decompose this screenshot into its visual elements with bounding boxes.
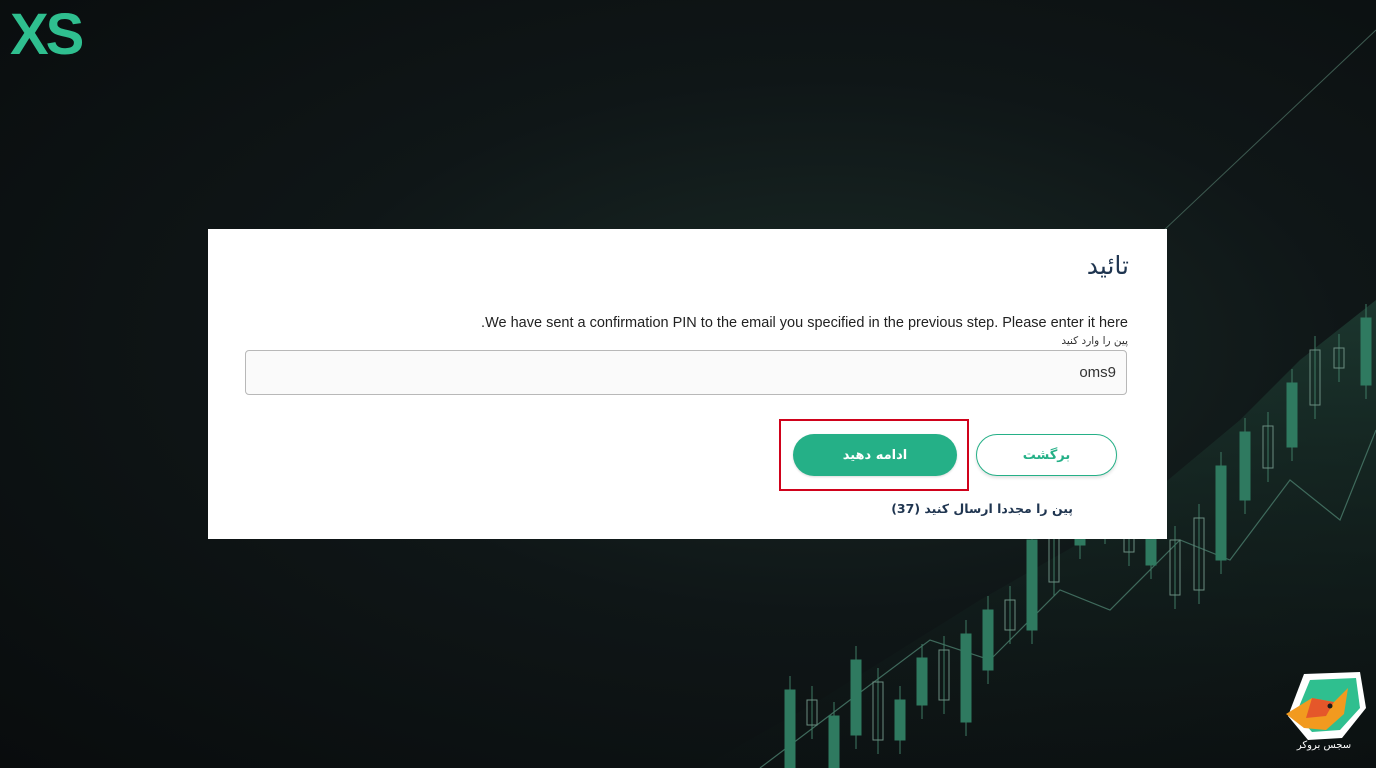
confirmation-dialog: تائید We have sent a confirmation PIN to… [208, 229, 1167, 539]
pin-label: پین را وارد کنید [1061, 335, 1128, 347]
pin-input[interactable] [245, 350, 1127, 395]
continue-button[interactable]: ادامه دهید [793, 434, 957, 476]
svg-text:XS: XS [10, 6, 83, 60]
xs-logo-icon[interactable]: XS [10, 6, 100, 60]
dialog-message: We have sent a confirmation PIN to the e… [481, 315, 1128, 331]
watermark-text: سجس بروکر [1296, 740, 1352, 751]
back-button[interactable]: برگشت [976, 434, 1117, 476]
dialog-title: تائید [1086, 251, 1129, 280]
resend-pin-link[interactable]: پین را مجددا ارسال کنید (37) [891, 501, 1073, 516]
